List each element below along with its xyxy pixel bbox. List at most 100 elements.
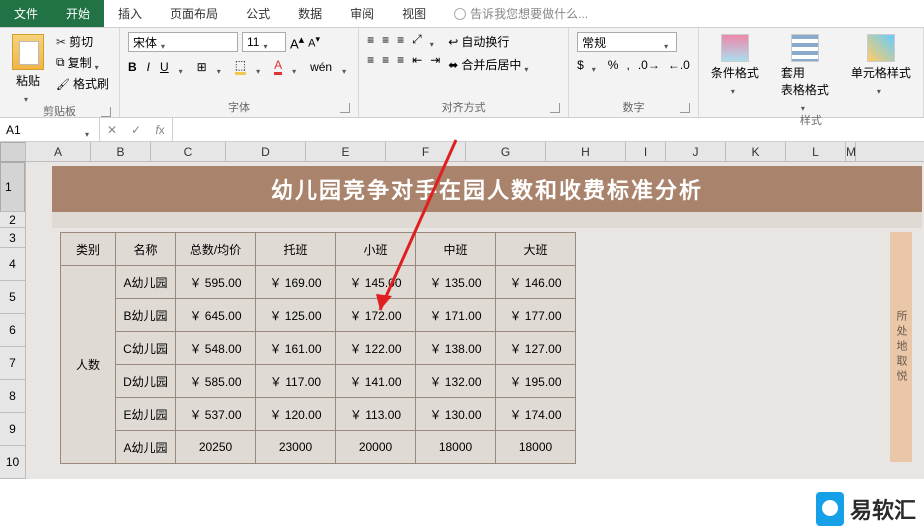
conditional-format-button[interactable]: 条件格式 bbox=[707, 32, 763, 110]
decrease-decimal-button[interactable]: ←.0 bbox=[668, 58, 690, 72]
select-all-corner[interactable] bbox=[0, 142, 26, 162]
copy-button[interactable]: 复制 bbox=[54, 53, 111, 72]
border-button[interactable]: ⊞ bbox=[197, 60, 207, 74]
comma-format-button[interactable]: , bbox=[626, 58, 629, 72]
fx-icon[interactable]: fx bbox=[148, 123, 172, 137]
copy-icon bbox=[56, 55, 65, 70]
merge-icon: ⬌ bbox=[448, 58, 458, 72]
row-header[interactable]: 10 bbox=[0, 446, 25, 479]
underline-button[interactable]: U bbox=[160, 60, 169, 74]
number-format-select[interactable]: 常规 bbox=[577, 32, 677, 52]
font-color-button[interactable]: A bbox=[274, 58, 282, 75]
cell-styles-button[interactable]: 单元格样式 bbox=[847, 32, 915, 110]
font-size-select[interactable]: 11 bbox=[242, 32, 286, 52]
dialog-launcher-icon[interactable] bbox=[340, 103, 350, 113]
align-right-icon[interactable]: ≡ bbox=[397, 53, 404, 67]
cut-button[interactable]: 剪切 bbox=[54, 32, 111, 51]
align-bottom-icon[interactable]: ≡ bbox=[397, 33, 404, 47]
italic-button[interactable]: I bbox=[147, 60, 150, 74]
dialog-launcher-icon[interactable] bbox=[550, 103, 560, 113]
ribbon: 粘贴 剪切 复制 格式刷 剪贴板 宋体 11 A▴ A▾ B I U ⊞ ⬚ bbox=[0, 28, 924, 118]
wrap-icon: ↩ bbox=[448, 35, 458, 49]
indent-increase-icon[interactable]: ⇥ bbox=[430, 53, 440, 67]
dialog-launcher-icon[interactable] bbox=[101, 107, 111, 117]
accounting-format-button[interactable]: $ bbox=[577, 58, 584, 72]
group-styles: 条件格式 套用 表格格式 单元格样式 样式 bbox=[699, 28, 924, 117]
decrease-font-icon[interactable]: A▾ bbox=[308, 34, 320, 50]
percent-format-button[interactable]: % bbox=[608, 58, 619, 72]
col-header[interactable]: G bbox=[466, 142, 546, 161]
paste-button[interactable]: 粘贴 bbox=[8, 32, 48, 101]
sheet-title-banner: 幼儿园竞争对手在园人数和收费标准分析 bbox=[52, 166, 922, 212]
indent-decrease-icon[interactable]: ⇤ bbox=[412, 53, 422, 67]
col-header[interactable]: K bbox=[726, 142, 786, 161]
font-name-select[interactable]: 宋体 bbox=[128, 32, 238, 52]
phonetic-button[interactable]: wén bbox=[310, 60, 332, 74]
group-font: 宋体 11 A▴ A▾ B I U ⊞ ⬚ A wén 字体 bbox=[120, 28, 359, 117]
col-header[interactable]: F bbox=[386, 142, 466, 161]
orientation-icon[interactable]: ⤢ bbox=[412, 32, 422, 47]
th: 总数/均价 bbox=[176, 233, 256, 266]
wrap-text-button[interactable]: ↩自动换行 bbox=[446, 32, 534, 51]
dialog-launcher-icon[interactable] bbox=[680, 103, 690, 113]
bold-button[interactable]: B bbox=[128, 60, 137, 74]
align-center-icon[interactable]: ≡ bbox=[382, 53, 389, 67]
row-header[interactable]: 4 bbox=[0, 248, 25, 281]
row-header[interactable]: 7 bbox=[0, 347, 25, 380]
merge-center-button[interactable]: ⬌合并后居中 bbox=[446, 55, 534, 74]
table-header-row: 类别 名称 总数/均价 托班 小班 中班 大班 bbox=[61, 233, 576, 266]
tell-me[interactable]: 告诉我您想要做什么... bbox=[440, 0, 602, 27]
format-painter-button[interactable]: 格式刷 bbox=[54, 74, 111, 93]
row-header[interactable]: 8 bbox=[0, 380, 25, 413]
align-left-icon[interactable]: ≡ bbox=[367, 53, 374, 67]
row-header[interactable]: 2 bbox=[0, 212, 25, 228]
align-middle-icon[interactable]: ≡ bbox=[382, 33, 389, 47]
increase-font-icon[interactable]: A▴ bbox=[290, 33, 304, 51]
format-as-table-button[interactable]: 套用 表格格式 bbox=[777, 32, 833, 110]
col-header[interactable]: E bbox=[306, 142, 386, 161]
table-row[interactable]: C幼儿园￥ 548.00￥ 161.00￥ 122.00￥ 138.00￥ 12… bbox=[61, 332, 576, 365]
enter-formula-icon[interactable]: ✓ bbox=[124, 123, 148, 137]
fill-color-button[interactable]: ⬚ bbox=[235, 58, 246, 75]
table-row[interactable]: D幼儿园￥ 585.00￥ 117.00￥ 141.00￥ 132.00￥ 19… bbox=[61, 365, 576, 398]
menu-tabs: 文件 开始 插入 页面布局 公式 数据 审阅 视图 告诉我您想要做什么... bbox=[0, 0, 924, 28]
col-header[interactable]: J bbox=[666, 142, 726, 161]
cancel-formula-icon[interactable]: ✕ bbox=[100, 123, 124, 137]
spacer bbox=[52, 212, 922, 228]
align-top-icon[interactable]: ≡ bbox=[367, 33, 374, 47]
table-row[interactable]: 人数A幼儿园￥ 595.00￥ 169.00￥ 145.00￥ 135.00￥ … bbox=[61, 266, 576, 299]
cell-grid[interactable]: 幼儿园竞争对手在园人数和收费标准分析 类别 名称 总数/均价 托班 小班 中班 … bbox=[26, 162, 924, 479]
col-header[interactable]: C bbox=[151, 142, 226, 161]
col-header[interactable]: D bbox=[226, 142, 306, 161]
tab-data[interactable]: 数据 bbox=[284, 0, 336, 27]
row-header[interactable]: 6 bbox=[0, 314, 25, 347]
col-header[interactable]: I bbox=[626, 142, 666, 161]
bulb-icon bbox=[454, 8, 466, 20]
increase-decimal-button[interactable]: .0→ bbox=[638, 58, 660, 72]
row-header[interactable]: 1 bbox=[0, 162, 25, 212]
row-header[interactable]: 5 bbox=[0, 281, 25, 314]
col-header[interactable]: B bbox=[91, 142, 151, 161]
cell-style-icon bbox=[867, 34, 895, 62]
table-row[interactable]: A幼儿园2025023000200001800018000 bbox=[61, 431, 576, 464]
col-header[interactable]: A bbox=[26, 142, 91, 161]
row-header[interactable]: 3 bbox=[0, 228, 25, 248]
data-table: 类别 名称 总数/均价 托班 小班 中班 大班 人数A幼儿园￥ 595.00￥ … bbox=[60, 232, 576, 464]
tab-view[interactable]: 视图 bbox=[388, 0, 440, 27]
name-box[interactable]: A1 bbox=[0, 118, 100, 141]
tab-formulas[interactable]: 公式 bbox=[232, 0, 284, 27]
table-row[interactable]: B幼儿园￥ 645.00￥ 125.00￥ 172.00￥ 171.00￥ 17… bbox=[61, 299, 576, 332]
col-header[interactable]: L bbox=[786, 142, 846, 161]
tab-home[interactable]: 开始 bbox=[52, 0, 104, 27]
table-format-icon bbox=[791, 34, 819, 62]
side-tab[interactable]: 所处地取悦 bbox=[890, 232, 912, 462]
table-row[interactable]: E幼儿园￥ 537.00￥ 120.00￥ 113.00￥ 130.00￥ 17… bbox=[61, 398, 576, 431]
tab-review[interactable]: 审阅 bbox=[336, 0, 388, 27]
tab-page-layout[interactable]: 页面布局 bbox=[156, 0, 232, 27]
tab-file[interactable]: 文件 bbox=[0, 0, 52, 27]
row-header[interactable]: 9 bbox=[0, 413, 25, 446]
col-header[interactable]: M bbox=[846, 142, 856, 161]
tab-insert[interactable]: 插入 bbox=[104, 0, 156, 27]
group-alignment: ≡ ≡ ≡ ⤢ ≡ ≡ ≡ ⇤ ⇥ ↩自动换行 ⬌合并后居中 对齐方式 bbox=[359, 28, 569, 117]
col-header[interactable]: H bbox=[546, 142, 626, 161]
